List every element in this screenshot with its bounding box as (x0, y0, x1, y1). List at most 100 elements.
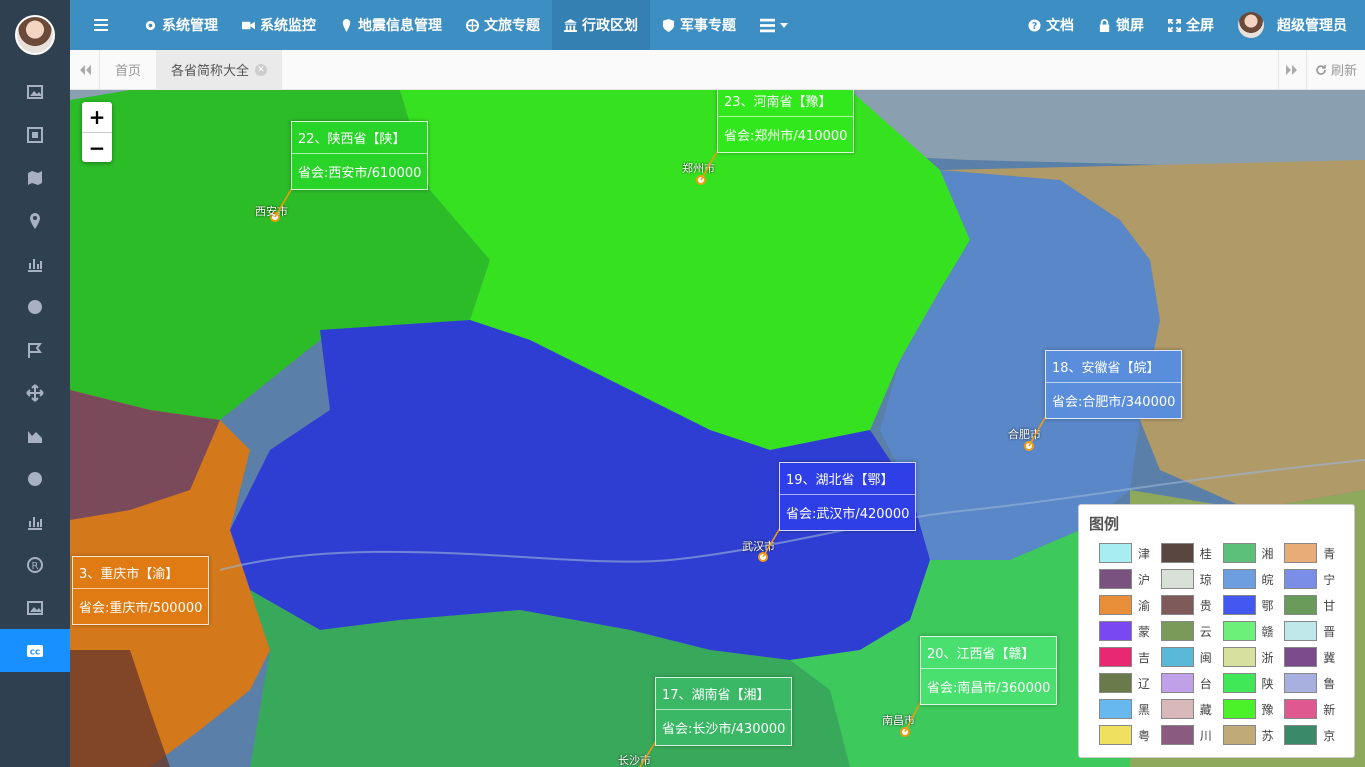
province-label-chongqing[interactable]: 3、重庆市【渝】 省会:重庆市/500000 (72, 556, 210, 625)
map-icon[interactable] (0, 156, 70, 199)
city-name: 南昌市 (882, 714, 915, 727)
legend-item[interactable]: 冀 (1284, 646, 1344, 668)
legend-item[interactable]: 陕 (1222, 672, 1283, 694)
legend-item[interactable]: 辽 (1099, 672, 1159, 694)
fullscreen-button[interactable]: 全屏 (1156, 0, 1226, 50)
nav-system-monitor[interactable]: 系统监控 (230, 0, 328, 50)
globe-icon[interactable] (0, 285, 70, 328)
image-icon-2[interactable] (0, 586, 70, 629)
legend-item[interactable]: 黑 (1099, 698, 1159, 720)
legend-item[interactable]: 京 (1284, 724, 1344, 746)
legend-swatch (1160, 699, 1194, 719)
legend-item[interactable]: 浙 (1222, 646, 1283, 668)
nav-culture-tourism[interactable]: 文旅专题 (454, 0, 552, 50)
legend-item[interactable]: 川 (1160, 724, 1221, 746)
legend-swatch (1284, 699, 1318, 719)
marker-icon[interactable] (0, 199, 70, 242)
layers-icon[interactable] (0, 113, 70, 156)
nav-right-group: ? 文档 锁屏 全屏 超级管理员 (1016, 0, 1365, 50)
city-marker-nanchang[interactable] (900, 727, 910, 737)
nav-label: 系统管理 (162, 18, 218, 34)
nav-label: 地震信息管理 (358, 18, 442, 34)
legend-item[interactable]: 蒙 (1099, 620, 1159, 642)
legend-item[interactable]: 台 (1160, 672, 1221, 694)
map-view[interactable]: + − 西安市 郑州市 合肥市 武汉市 南昌市 长沙市 22、陕西省【陕】 省会… (70, 90, 1365, 767)
docs-button[interactable]: ? 文档 (1016, 0, 1086, 50)
registered-icon[interactable]: R (0, 543, 70, 586)
user-avatar (1238, 12, 1264, 38)
nav-military[interactable]: 军事专题 (650, 0, 748, 50)
nav-more-dropdown[interactable] (748, 0, 800, 50)
legend-item[interactable]: 粤 (1099, 724, 1159, 746)
legend-item[interactable]: 豫 (1222, 698, 1283, 720)
legend-label: 新 (1323, 702, 1336, 717)
legend-item[interactable]: 赣 (1222, 620, 1283, 642)
nav-label: 军事专题 (680, 18, 736, 34)
legend-item[interactable]: 晋 (1284, 620, 1344, 642)
user-menu[interactable]: 超级管理员 (1226, 0, 1365, 50)
legend-item[interactable]: 鲁 (1284, 672, 1344, 694)
legend-item[interactable]: 渝 (1099, 594, 1159, 616)
legend-item[interactable]: 皖 (1222, 568, 1283, 590)
tab-scroll-right-button[interactable] (1277, 49, 1306, 90)
legend-item[interactable]: 津 (1099, 542, 1159, 564)
province-label-henan[interactable]: 23、河南省【豫】 省会:郑州市/410000 (717, 90, 855, 153)
tab-label: 各省简称大全 (171, 64, 250, 79)
legend-item[interactable]: 新 (1284, 698, 1344, 720)
bar-chart-icon-2[interactable] (0, 500, 70, 543)
tab-bar: 首页 各省简称大全 ✕ 刷新 (70, 49, 1365, 90)
image-icon[interactable] (0, 70, 70, 113)
city-marker-hefei[interactable] (1024, 441, 1034, 451)
province-label-jiangxi[interactable]: 20、江西省【赣】 省会:南昌市/360000 (920, 636, 1058, 705)
globe-icon-2[interactable] (0, 457, 70, 500)
city-marker-zhengzhou[interactable] (696, 175, 706, 185)
legend-item[interactable]: 桂 (1160, 542, 1221, 564)
province-capital: 省会:重庆市/500000 (79, 601, 203, 616)
close-icon[interactable]: ✕ (255, 63, 268, 76)
legend-item[interactable]: 藏 (1160, 698, 1221, 720)
legend-item[interactable]: 甘 (1284, 594, 1344, 616)
province-label-hunan[interactable]: 17、湖南省【湘】 省会:长沙市/430000 (655, 677, 793, 746)
nav-earthquake-info[interactable]: 地震信息管理 (328, 0, 454, 50)
flag-icon[interactable] (0, 328, 70, 371)
area-chart-icon[interactable] (0, 414, 70, 457)
move-icon[interactable] (0, 371, 70, 414)
legend-swatch (1284, 725, 1318, 745)
legend-item[interactable]: 苏 (1222, 724, 1283, 746)
menu-toggle-button[interactable] (70, 0, 132, 50)
legend-item[interactable]: 湘 (1222, 542, 1283, 564)
refresh-button[interactable]: 刷新 (1305, 49, 1365, 90)
lock-screen-button[interactable]: 锁屏 (1086, 0, 1156, 50)
legend-item[interactable]: 贵 (1160, 594, 1221, 616)
legend-item[interactable]: 云 (1160, 620, 1221, 642)
legend-item[interactable]: 宁 (1284, 568, 1344, 590)
province-label-shaanxi[interactable]: 22、陕西省【陕】 省会:西安市/610000 (291, 121, 429, 190)
province-label-hubei[interactable]: 19、湖北省【鄂】 省会:武汉市/420000 (779, 462, 917, 531)
zoom-in-button[interactable]: + (82, 102, 112, 132)
legend-label: 陕 (1261, 676, 1274, 691)
legend-swatch (1222, 647, 1256, 667)
tab-scroll-left-button[interactable] (70, 49, 100, 90)
legend-swatch (1284, 647, 1318, 667)
bar-chart-icon[interactable] (0, 242, 70, 285)
legend-item[interactable]: 吉 (1099, 646, 1159, 668)
legend-item[interactable]: 青 (1284, 542, 1344, 564)
nav-administrative-division[interactable]: 行政区划 (552, 0, 650, 50)
tab-province-abbreviations[interactable]: 各省简称大全 ✕ (156, 49, 283, 90)
refresh-label: 刷新 (1330, 64, 1357, 79)
cc-icon[interactable]: CC (0, 629, 70, 672)
legend-item[interactable]: 琼 (1160, 568, 1221, 590)
avatar[interactable] (15, 15, 55, 55)
legend-label: 蒙 (1138, 624, 1151, 639)
legend-label: 藏 (1199, 702, 1212, 717)
legend-item[interactable]: 沪 (1099, 568, 1159, 590)
tab-home[interactable]: 首页 (100, 50, 156, 90)
province-label-anhui[interactable]: 18、安徽省【皖】 省会:合肥市/340000 (1045, 350, 1183, 419)
legend-label: 青 (1323, 546, 1336, 561)
nav-system-management[interactable]: 系统管理 (132, 0, 230, 50)
legend-item[interactable]: 闽 (1160, 646, 1221, 668)
legend-swatch (1160, 725, 1194, 745)
zoom-out-button[interactable]: − (82, 132, 112, 162)
legend-item[interactable]: 鄂 (1222, 594, 1283, 616)
legend-swatch (1222, 595, 1256, 615)
